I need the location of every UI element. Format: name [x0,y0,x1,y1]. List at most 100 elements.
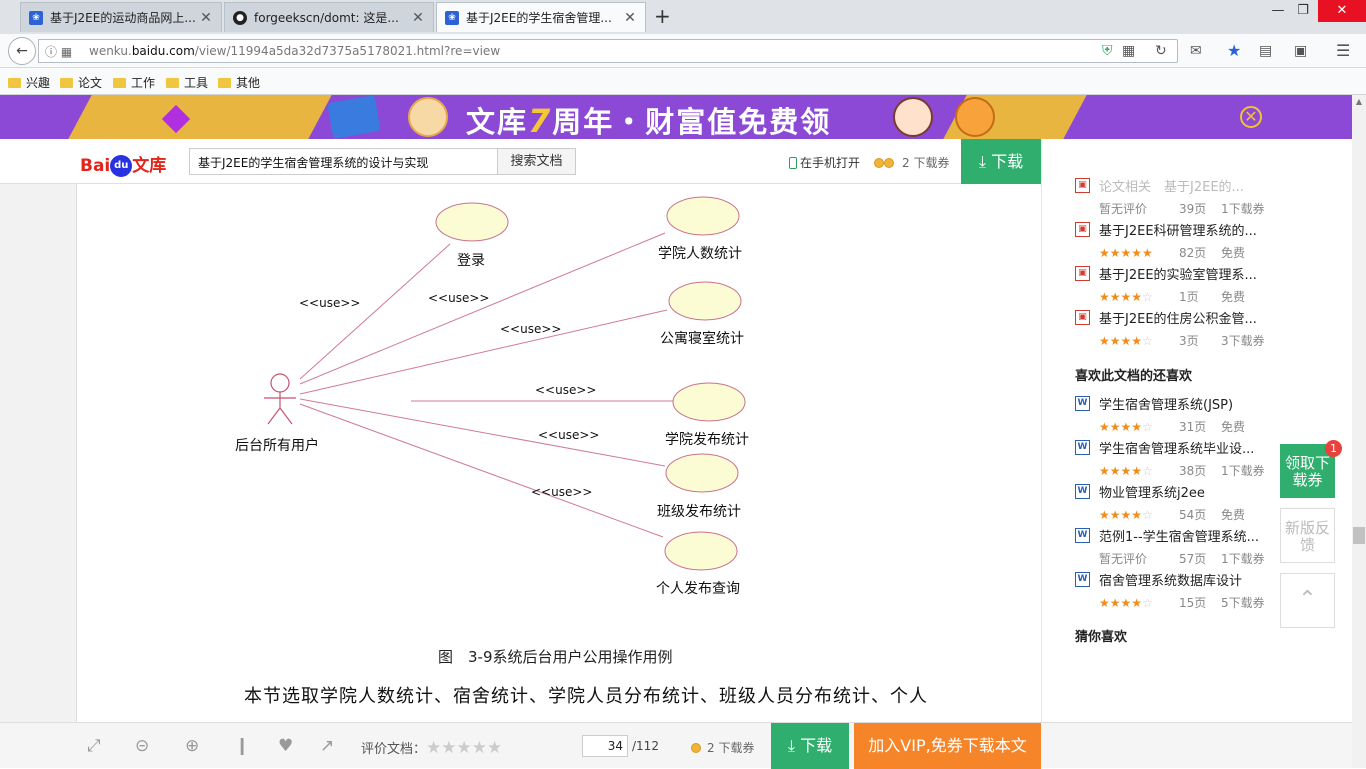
close-icon[interactable]: ✕ [623,10,637,26]
coin-icon [874,158,884,168]
qr-code-icon[interactable]: ▦ [1122,43,1135,59]
reading-list-icon[interactable]: ▤ [1259,43,1272,59]
rating-stars: ★★★★☆ [1099,596,1153,610]
site-info-icon[interactable]: ⓘ ▦ [45,43,72,60]
download-icon: ⤓ [978,152,992,171]
wenku-header: Bai du 文库 基于J2EE的学生宿舍管理系统的设计与实现 搜索文档 在手机打开… [0,139,1041,184]
search-button[interactable]: 搜索文档 [497,148,576,175]
pdf-icon: ▣ [1075,266,1090,281]
coin-icon [884,158,894,168]
pdf-icon: ▣ [1075,178,1090,193]
banner-close-icon[interactable]: ✕ [1240,106,1262,128]
page-number-input[interactable]: 34 [582,735,628,757]
bookmarks-bar: 兴趣 论文 工作 工具 其他 [0,68,1366,95]
download-cost: 1下载券 [1221,464,1265,478]
rate-document[interactable]: 评价文档：★★★★★ [361,738,502,758]
notification-badge: 1 [1325,440,1342,457]
page-total: /112 [632,739,659,753]
doc-title: 宿舍管理系统数据库设计 [1099,574,1243,589]
association-line [299,309,668,395]
bookmark-folder[interactable]: 兴趣 [8,74,50,91]
page-count: 54页 [1179,508,1207,522]
fullscreen-icon[interactable]: ⤢ [87,736,101,756]
heart-icon[interactable]: ♥ [278,736,293,756]
close-icon[interactable]: ✕ [199,10,213,26]
download-cost: 1下载券 [1221,552,1265,566]
star-icon[interactable]: ★ [1227,43,1241,59]
download-button[interactable]: ⤓ 下载 [771,723,849,769]
restore-icon[interactable]: ❐ [1291,0,1315,22]
shield-icon[interactable]: ⛨ [1102,43,1113,59]
word-doc-icon: W [1075,484,1090,499]
related-doc-item[interactable]: ▣ 基于J2EE的实验室管理系... ★★★★☆ 1页 免费 [1075,264,1345,305]
rating-stars: ★★★★☆ [1099,420,1153,434]
zoom-out-icon[interactable]: ⊝ [135,736,149,756]
back-arrow-icon[interactable]: ← [8,37,36,65]
related-doc-item[interactable]: ▣ 论文相关 基于J2EE的... 暂无评价 39页 1下载券 [1075,176,1345,217]
related-docs-sidebar: ▣ 论文相关 基于J2EE的... 暂无评价 39页 1下载券 ▣ 基于J2EE科研管理… [1041,139,1352,722]
bookmark-folder[interactable]: 工作 [113,74,155,91]
association-line [299,403,664,538]
related-doc-item[interactable]: ▣ 基于J2EE的住房公积金管... ★★★★☆ 3页 3下载券 [1075,308,1345,349]
folder-icon [218,77,231,88]
usecase-label: 学院发布统计 [665,432,749,448]
page-count: 57页 [1179,552,1207,566]
coin-icon [691,743,701,753]
promo-banner[interactable]: 文库7周年・财富值免费领 ✕ [0,95,1352,139]
usecase-ellipse [435,202,509,242]
bear-illustration [408,97,448,137]
page-count: 82页 [1179,246,1207,260]
reader-view-icon[interactable]: ▣ [1294,43,1307,59]
share-icon[interactable]: ↗ [320,736,334,756]
browser-tab[interactable]: ● forgeekscn/domt: 这是... ✕ [224,2,434,32]
phone-icon [789,157,797,169]
rating-stars: ★★★★☆ [1099,290,1153,304]
bookmark-folder[interactable]: 其他 [218,74,260,91]
mail-icon[interactable]: ✉ [1190,43,1202,59]
baidu-wenku-logo[interactable]: Bai du 文库 [80,151,166,177]
doc-title: 学生宿舍管理系统(JSP) [1099,398,1234,413]
join-vip-button[interactable]: 加入VIP,免券下载本文 [854,723,1041,769]
rating-stars[interactable]: ★★★★★ [426,738,502,758]
rating-stars: ★★★★★ [1099,246,1153,260]
close-icon[interactable]: ✕ [411,10,425,26]
download-cost: 免费 [1221,246,1246,260]
zoom-in-icon[interactable]: ⊕ [185,736,199,756]
reader-toolbar: ⤢ ⊝ ⊕ ❙ ♥ ↗ 评价文档：★★★★★ 34 /112 2 下载券 ⤓ 下… [0,722,1352,769]
feedback-button[interactable]: 新版反馈 [1280,508,1335,563]
rating-stars: ★★★★☆ [1099,508,1153,522]
bookmark-icon[interactable]: ❙ [235,736,249,756]
minimize-icon[interactable]: — [1266,0,1290,22]
address-bar[interactable]: ⓘ ▦ wenku.baidu.com/view/11994a5da32d737… [38,39,1178,63]
menu-icon[interactable]: ☰ [1336,43,1350,59]
pdf-icon: ▣ [1075,310,1090,325]
related-doc-item[interactable]: W 学生宿舍管理系统(JSP) ★★★★☆ 31页 免费 [1075,394,1345,435]
usecase-label: 学院人数统计 [658,246,742,262]
scroll-up-icon[interactable]: ▲ [1352,97,1366,111]
reload-icon[interactable]: ↻ [1155,43,1167,59]
usecase-ellipse [668,281,742,321]
search-input[interactable]: 基于J2EE的学生宿舍管理系统的设计与实现 [189,148,498,175]
open-on-mobile-link[interactable]: 在手机打开 [789,154,860,171]
stereotype-label: <<use>> [538,428,599,442]
download-cost: 5下载券 [1221,596,1265,610]
related-doc-item[interactable]: ▣ 基于J2EE科研管理系统的... ★★★★★ 82页 免费 [1075,220,1345,261]
browser-tab[interactable]: ❀ 基于J2EE的运动商品网上... ✕ [20,2,222,32]
download-cost: 免费 [1221,290,1246,304]
download-button[interactable]: ⤓ 下载 [961,139,1041,184]
usecase-label: 班级发布统计 [657,504,741,520]
download-cost: 免费 [1221,420,1246,434]
bookmark-folder[interactable]: 论文 [60,74,102,91]
window-close-icon[interactable]: ✕ [1318,0,1366,22]
page-scrollbar[interactable] [1352,95,1366,768]
page-count: 15页 [1179,596,1207,610]
bookmark-folder[interactable]: 工具 [166,74,208,91]
scrollbar-thumb[interactable] [1353,527,1365,544]
download-quota: 2 下载券 [691,739,754,756]
new-tab-icon[interactable]: + [654,4,671,28]
guess-you-like-heading: 猜你喜欢 [1075,630,1128,645]
folder-icon [60,77,73,88]
back-to-top-button[interactable]: ⌃ [1280,573,1335,628]
browser-tab-active[interactable]: ❀ 基于J2EE的学生宿舍管理... ✕ [436,2,646,32]
usecase-ellipse [666,196,740,236]
